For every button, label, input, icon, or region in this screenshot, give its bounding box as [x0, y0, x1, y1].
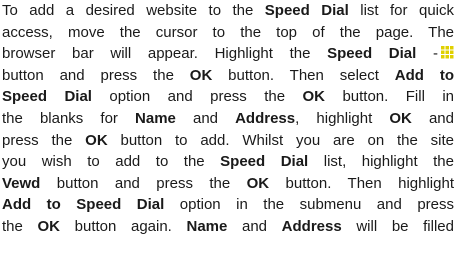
text-run: option and press the: [91, 88, 303, 106]
text-run: , highlight: [295, 109, 390, 127]
bold-term: Name: [135, 109, 176, 127]
text-run: and: [227, 217, 282, 235]
body-paragraph: To add a desired website to the Speed Di…: [2, 0, 454, 238]
text-run: -: [416, 45, 438, 63]
bold-term: Address: [235, 109, 296, 127]
bold-term: OK: [302, 88, 326, 106]
text-run: button. Fill in: [325, 88, 454, 106]
bold-term: Speed Dial: [2, 88, 92, 106]
bold-term: Add to: [394, 66, 454, 84]
paragraph-line: the blanks for Name and Address, highlig…: [2, 108, 454, 130]
text-run: button again.: [60, 217, 187, 235]
paragraph-line: the OK button again. Name and Address wi…: [2, 216, 454, 238]
paragraph-line: Speed Dial option and press the OK butto…: [2, 86, 454, 108]
text-run: button and press the: [2, 66, 190, 84]
paragraph-line: you wish to add to the Speed Dial list, …: [2, 151, 454, 173]
speed-dial-grid-icon: [441, 44, 454, 59]
paragraph-line: browser bar will appear. Highlight the S…: [2, 43, 454, 65]
bold-term: OK: [389, 109, 412, 127]
bold-term: Speed Dial: [264, 2, 349, 19]
bold-term: Name: [186, 217, 228, 235]
bold-term: Speed Dial: [220, 153, 309, 171]
bold-term: OK: [37, 217, 61, 235]
text-run: the blanks for: [2, 109, 136, 127]
paragraph-line: Add to Speed Dial option in the submenu …: [2, 194, 454, 216]
bold-term: OK: [85, 131, 108, 149]
text-run: browser bar will appear. Highlight the: [2, 45, 328, 63]
text-run: button and press the: [40, 174, 247, 192]
bold-term: Speed Dial: [327, 45, 417, 63]
text-run: list for quick: [348, 2, 454, 19]
paragraph-line: press the OK button to add. Whilst you a…: [2, 130, 454, 152]
text-run: button to add. Whilst you are on the sit…: [107, 131, 454, 149]
text-run: button. Then select: [212, 66, 395, 84]
paragraph-line: access, move the cursor to the top of th…: [2, 22, 454, 44]
text-run: option in the submenu and press: [164, 196, 454, 214]
paragraph-line: button and press the OK button. Then sel…: [2, 65, 454, 87]
bold-term: OK: [189, 66, 213, 84]
bold-term: OK: [246, 174, 270, 192]
bold-term: Vewd: [2, 174, 41, 192]
text-run: will be filled: [341, 217, 454, 235]
text-run: and: [175, 109, 236, 127]
text-run: To add a desired website to the: [2, 2, 265, 19]
bold-term: Add to Speed Dial: [2, 196, 165, 214]
document-page: To add a desired website to the Speed Di…: [2, 0, 454, 256]
text-run: button. Then highlight: [269, 174, 454, 192]
text-run: and: [411, 109, 454, 127]
text-run: you wish to add to the: [2, 153, 221, 171]
bold-term: Address: [281, 217, 342, 235]
text-run: the: [2, 217, 38, 235]
text-run: list, highlight the: [308, 153, 454, 171]
paragraph-line: Vewd button and press the OK button. The…: [2, 173, 454, 195]
paragraph-line: To add a desired website to the Speed Di…: [2, 0, 454, 22]
text-run: access, move the cursor to the top of th…: [2, 23, 454, 41]
text-run: press the: [2, 131, 86, 149]
